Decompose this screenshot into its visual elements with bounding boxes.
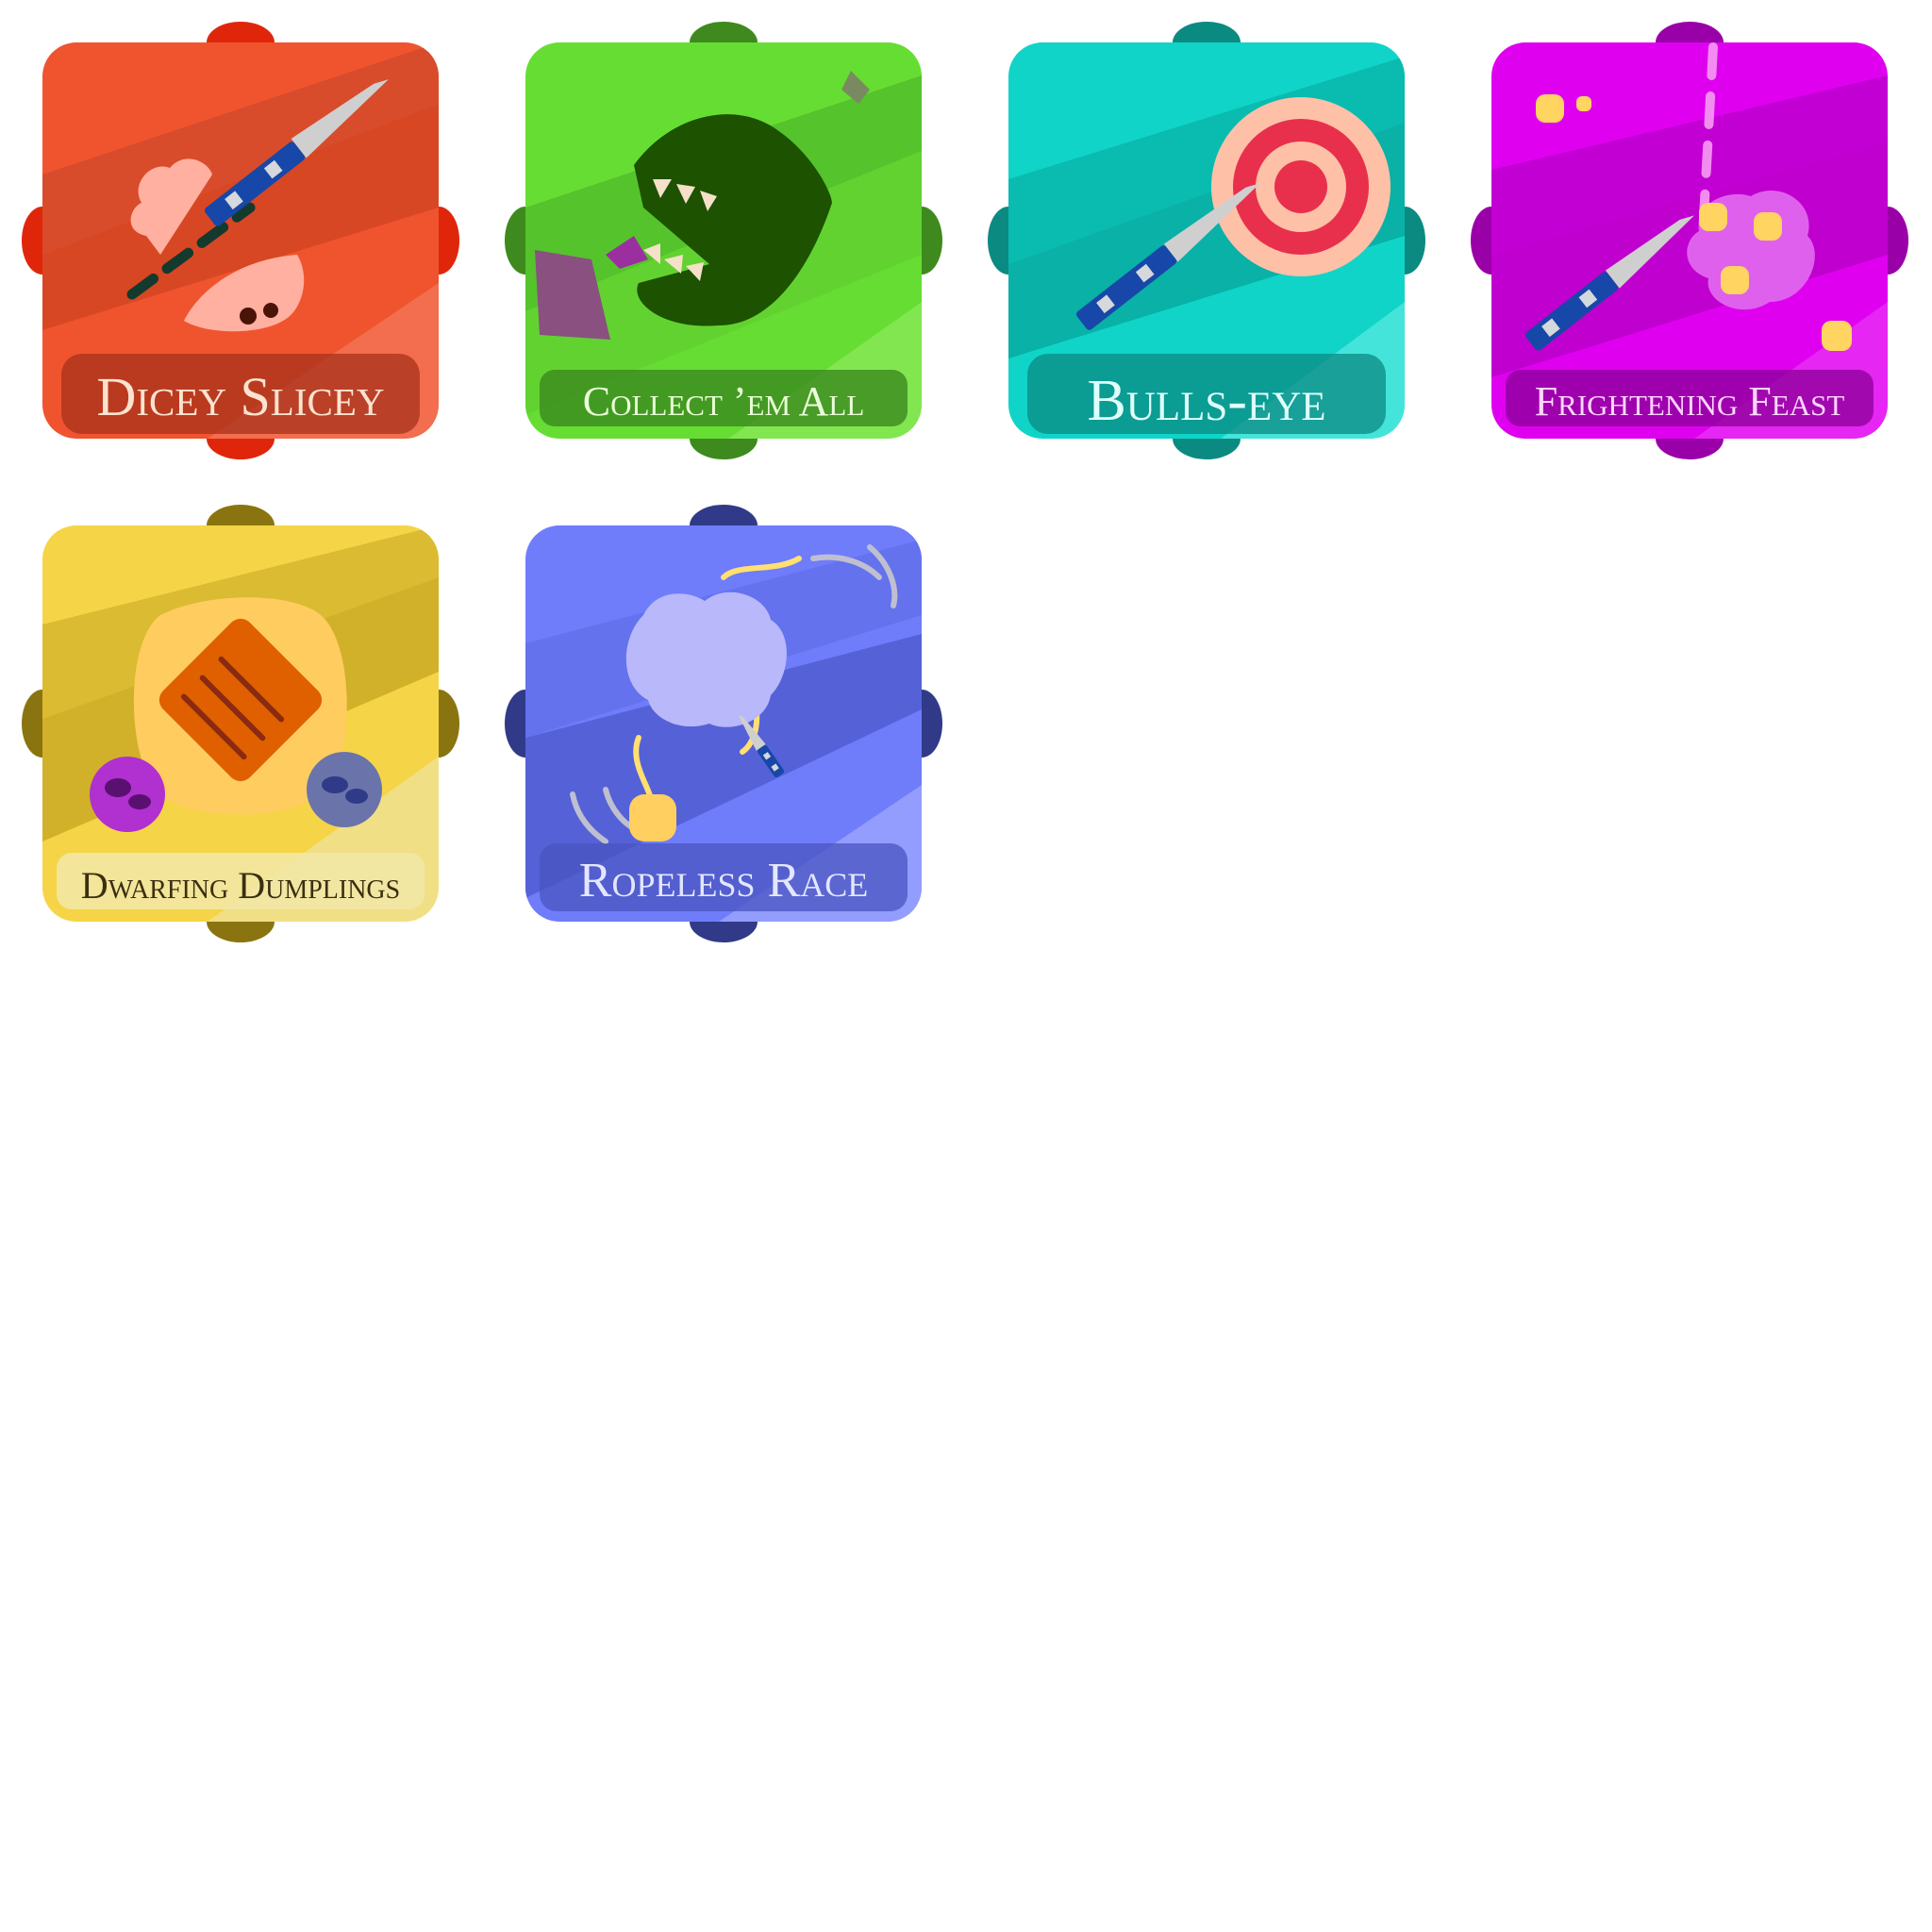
badge-title: Ropeless Race <box>579 854 868 908</box>
target-icon <box>1211 97 1391 276</box>
badge-title: Frightening Feast <box>1535 378 1845 425</box>
badge-dicey-slicey[interactable]: Dicey Slicey <box>19 19 462 462</box>
badge-title: Dwarfing Dumplings <box>81 864 400 907</box>
bulls-eye-art: Bulls-eye <box>988 22 1425 459</box>
dwarfing-dumplings-art: Dwarfing Dumplings <box>22 505 459 942</box>
collect-em-all-art: Collect ’em All <box>505 22 942 459</box>
weight-icon <box>629 794 676 841</box>
badge-dwarfing-dumplings[interactable]: Dwarfing Dumplings <box>19 502 462 945</box>
badge-title: Collect ’em All <box>583 378 865 425</box>
badge-bulls-eye[interactable]: Bulls-eye <box>985 19 1428 462</box>
dicey-slicey-art: Dicey Slicey <box>22 22 459 459</box>
badge-title: Dicey Slicey <box>97 366 385 427</box>
badge-title: Bulls-eye <box>1087 369 1325 433</box>
badge-ropeless-race[interactable]: Ropeless Race <box>502 502 945 945</box>
purple-dumpling-icon <box>90 757 165 832</box>
ropeless-race-art: Ropeless Race <box>505 505 942 942</box>
frightening-feast-art: Frightening Feast <box>1471 22 1908 459</box>
badge-collect-em-all[interactable]: Collect ’em All <box>502 19 945 462</box>
blue-dumpling-icon <box>307 752 382 827</box>
achievement-badge-grid: Dicey Slicey Collect ’em All Bulls-eye F… <box>0 0 1932 1932</box>
badge-frightening-feast[interactable]: Frightening Feast <box>1468 19 1911 462</box>
